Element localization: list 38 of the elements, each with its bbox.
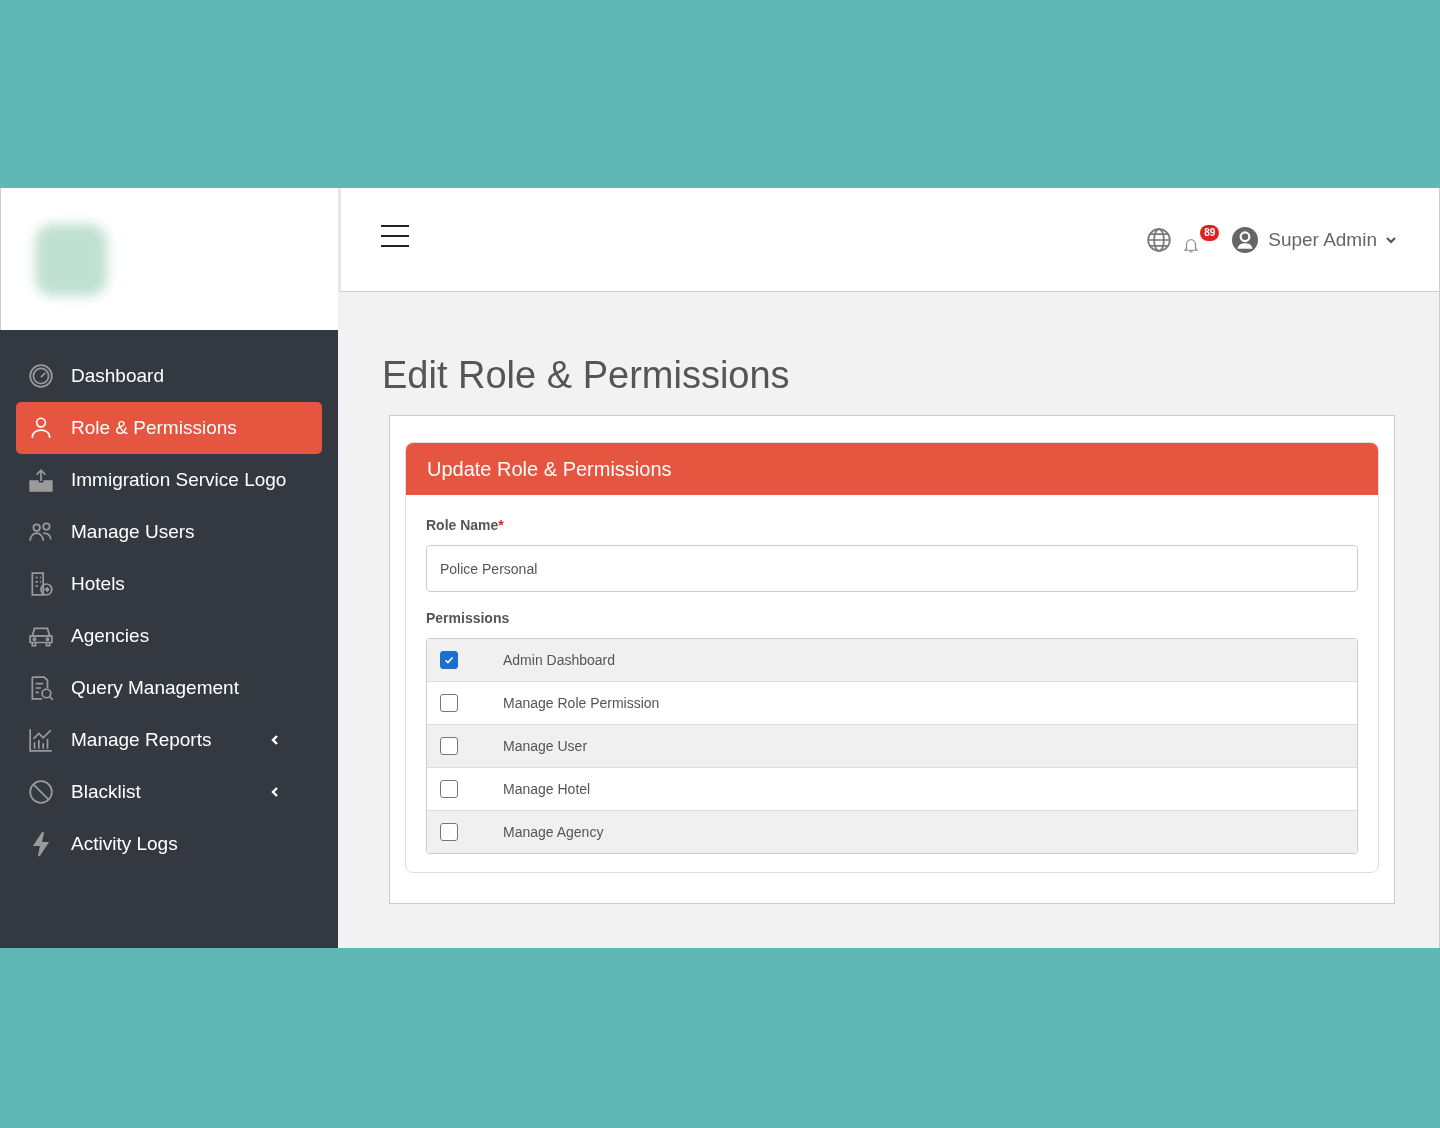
menu-item-icon <box>28 571 54 597</box>
sidebar-item[interactable]: Dashboard <box>16 350 322 402</box>
notification-badge: 89 <box>1200 224 1220 241</box>
menu-item-icon <box>28 467 54 493</box>
menu-item-icon <box>28 727 54 753</box>
permission-label: Manage Agency <box>503 824 604 840</box>
avatar-icon[interactable] <box>1232 226 1259 253</box>
permission-label: Manage User <box>503 738 588 754</box>
menu-item-icon <box>28 675 54 701</box>
card-title: Update Role & Permissions <box>427 457 672 481</box>
field-label: Role Name* <box>426 517 505 533</box>
role-name-field[interactable]: Police Personal <box>426 545 1358 592</box>
user-menu-button[interactable]: Super Admin <box>1268 228 1397 251</box>
sidebar-item[interactable]: Manage Users <box>16 506 322 558</box>
checkbox[interactable] <box>440 823 458 841</box>
checkbox[interactable] <box>440 694 458 712</box>
menu-item-icon <box>28 779 54 805</box>
sidebar-item[interactable]: Hotels <box>16 558 322 610</box>
sidebar-item[interactable]: Immigration Service Logo <box>16 454 322 506</box>
permission-label: Manage Role Permission <box>503 695 660 711</box>
sidebar-item[interactable]: Activity Logs <box>16 818 322 870</box>
sidebar-item[interactable]: Role & Permissions <box>16 402 322 454</box>
logo-placeholder <box>35 224 107 296</box>
page-title: Edit Role & Permissions <box>382 354 791 397</box>
section-label: Permissions <box>426 610 511 626</box>
permission-label: Manage Hotel <box>503 781 591 797</box>
sidebar-item[interactable]: Blacklist <box>16 766 322 818</box>
globe-icon[interactable] <box>1146 226 1173 253</box>
sidebar-item[interactable]: Query Management <box>16 662 322 714</box>
menu-icon[interactable] <box>381 224 409 247</box>
permission-label: Admin Dashboard <box>503 652 616 668</box>
caret-icon <box>1385 235 1397 244</box>
sidebar-item[interactable]: Agencies <box>16 610 322 662</box>
menu-item-icon <box>28 363 54 389</box>
checkbox[interactable] <box>440 780 458 798</box>
sidebar-item[interactable]: Manage Reports <box>16 714 322 766</box>
checkbox[interactable] <box>440 737 458 755</box>
checkbox[interactable] <box>440 651 458 669</box>
